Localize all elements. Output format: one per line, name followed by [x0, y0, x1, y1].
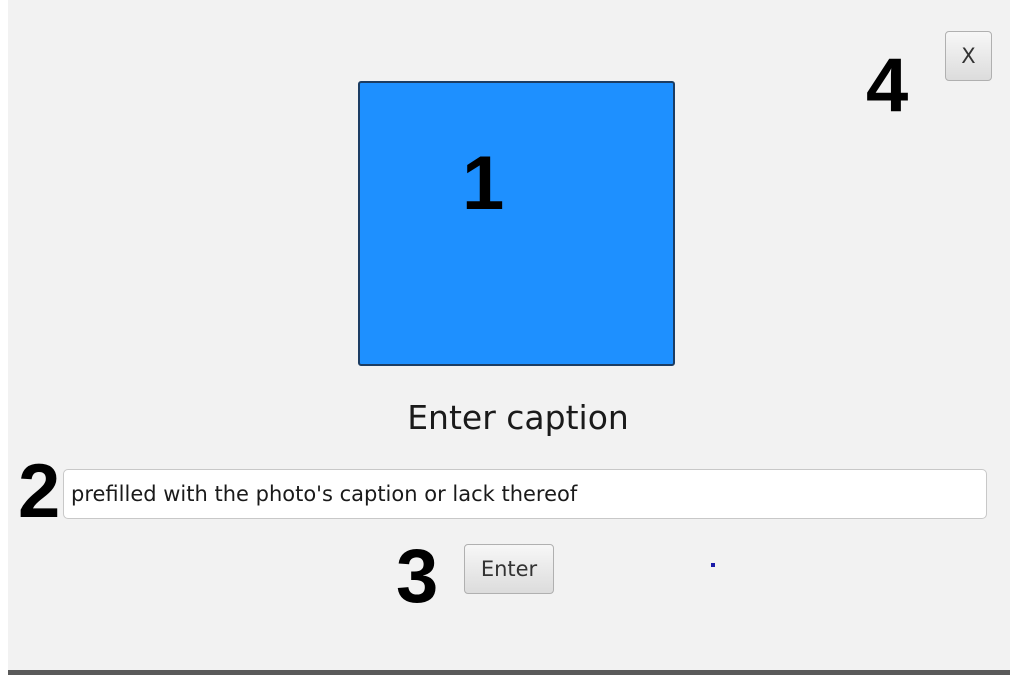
annotation-marker-4: 4	[866, 43, 909, 128]
photo-preview	[358, 81, 675, 366]
annotation-marker-1: 1	[462, 141, 505, 226]
enter-button[interactable]: Enter	[464, 544, 554, 594]
annotation-marker-2: 2	[18, 449, 61, 534]
caption-heading: Enter caption	[407, 398, 629, 437]
close-button[interactable]: X	[945, 31, 992, 81]
stray-dot	[711, 563, 715, 567]
caption-input[interactable]	[63, 469, 987, 519]
annotation-marker-3: 3	[396, 534, 439, 619]
caption-dialog: Enter caption Enter X	[8, 0, 1010, 675]
